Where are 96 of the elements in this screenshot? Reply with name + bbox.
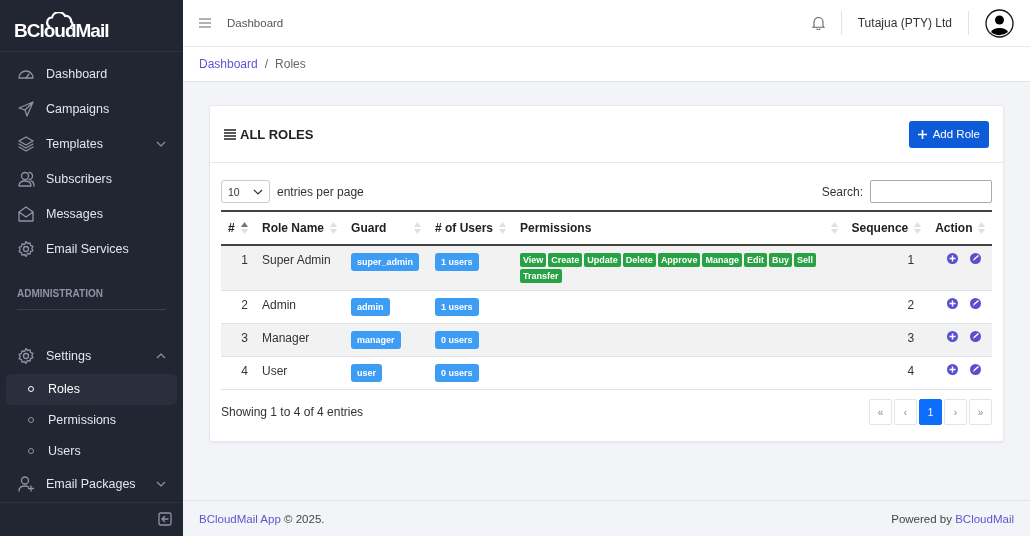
- sort-icon[interactable]: [241, 222, 248, 234]
- sidebar-subitem[interactable]: Roles: [6, 373, 177, 405]
- user-plus-icon: [17, 475, 35, 494]
- edit-icon[interactable]: [970, 331, 982, 342]
- users-badge: 0 users: [435, 331, 479, 349]
- app-logo[interactable]: BCloudMail: [14, 20, 109, 43]
- sidebar-item[interactable]: Templates: [6, 126, 177, 162]
- page-title: Dashboard: [227, 17, 285, 29]
- breadcrumb-separator: /: [264, 57, 269, 71]
- chevron-up-icon: [156, 353, 166, 360]
- table-cell: Manager: [255, 323, 345, 357]
- layers-icon: [17, 135, 35, 154]
- guard-badge: admin: [351, 298, 390, 316]
- gear-icon: [17, 347, 35, 366]
- plus-icon: [917, 129, 927, 139]
- users-icon: [17, 170, 35, 189]
- sidebar-item[interactable]: Campaigns: [6, 91, 177, 127]
- edit-icon[interactable]: [970, 253, 982, 264]
- envelope-icon: [17, 205, 35, 224]
- permission-badge: Sell: [793, 253, 816, 267]
- table-cell: 1: [221, 245, 255, 291]
- sidebar-item[interactable]: Email Packages: [6, 466, 177, 502]
- permission-badge: Manage: [702, 253, 742, 267]
- table-cell: User: [255, 356, 345, 390]
- pagination-button[interactable]: ‹: [894, 399, 917, 425]
- sidebar-item[interactable]: Messages: [6, 196, 177, 232]
- permission-badge: View: [519, 253, 547, 267]
- table-cell: 3: [844, 323, 929, 357]
- users-badge: 0 users: [435, 364, 479, 382]
- guard-badge: user: [351, 364, 383, 382]
- column-header[interactable]: # of Users: [435, 221, 494, 235]
- section-heading: ADMINISTRATION: [16, 286, 104, 301]
- plus-circle-icon[interactable]: [947, 298, 959, 309]
- edit-icon[interactable]: [970, 364, 982, 375]
- footer-link[interactable]: BCloudMail: [955, 512, 1014, 525]
- pagination-button[interactable]: »: [969, 399, 992, 425]
- breadcrumb-current: Roles: [275, 57, 306, 71]
- search-field[interactable]: [870, 180, 992, 203]
- gear-icon: [17, 240, 35, 259]
- users-badge: 1 users: [435, 253, 479, 271]
- breadcrumb-link[interactable]: Dashboard: [199, 57, 258, 71]
- bell-icon[interactable]: [811, 16, 825, 30]
- table-cell: 3: [221, 323, 255, 357]
- column-header[interactable]: Sequence: [851, 221, 909, 235]
- table-cell: 2: [221, 290, 255, 324]
- plus-circle-icon[interactable]: [947, 331, 959, 342]
- table-cell: 2: [844, 290, 929, 324]
- permission-badge: Buy: [768, 253, 792, 267]
- list-icon: [224, 128, 236, 140]
- footer-link[interactable]: BCloudMail App: [199, 512, 281, 525]
- card-title: ALL ROLES: [240, 126, 314, 142]
- permission-badge: Delete: [622, 253, 656, 267]
- column-header[interactable]: #: [228, 221, 235, 235]
- permission-badge: Update: [584, 253, 621, 267]
- permission-badge: Create: [548, 253, 583, 267]
- sidebar-item[interactable]: Subscribers: [6, 161, 177, 197]
- plus-circle-icon[interactable]: [947, 253, 959, 264]
- table-cell: Super Admin: [255, 245, 345, 291]
- pagination-button[interactable]: «: [869, 399, 892, 425]
- pagination-button[interactable]: 1: [919, 399, 942, 425]
- guard-badge: manager: [351, 331, 401, 349]
- search-label: Search:: [821, 184, 863, 199]
- collapse-icon[interactable]: [158, 512, 172, 527]
- avatar-icon[interactable]: [985, 8, 1014, 38]
- permission-badge: Edit: [743, 253, 767, 267]
- page-size-label: entries per page: [277, 184, 364, 199]
- footer-text: Powered by BCloudMail: [891, 512, 1014, 525]
- table-cell: Admin: [255, 290, 345, 324]
- paper-plane-icon: [17, 100, 35, 119]
- column-header[interactable]: Guard: [351, 221, 387, 235]
- column-header[interactable]: Permissions: [519, 221, 592, 235]
- table-cell: 1: [844, 245, 929, 291]
- column-header[interactable]: Role Name: [262, 221, 325, 235]
- chevron-down-icon: [156, 141, 166, 148]
- pagination-button[interactable]: ›: [944, 399, 967, 425]
- users-badge: 1 users: [435, 298, 479, 316]
- guard-badge: super_admin: [351, 253, 420, 271]
- footer-text: BCloudMail App © 2025.: [199, 512, 325, 525]
- plus-circle-icon[interactable]: [947, 364, 959, 375]
- table-cell: 4: [844, 356, 929, 390]
- edit-icon[interactable]: [970, 298, 982, 309]
- sidebar-item[interactable]: Settings: [6, 338, 177, 374]
- permission-badge: Transfer: [519, 269, 562, 283]
- sidebar-subitem[interactable]: Permissions: [6, 404, 177, 436]
- add-role-button[interactable]: Add Role: [908, 120, 989, 148]
- column-header[interactable]: Action: [935, 221, 973, 235]
- entries-info: Showing 1 to 4 of 4 entries: [221, 405, 364, 419]
- company-name[interactable]: Tutajua (PTY) Ltd: [857, 16, 952, 30]
- sidebar-subitem[interactable]: Users: [6, 435, 177, 467]
- chevron-down-icon: [253, 188, 263, 195]
- table-cell: 4: [221, 356, 255, 390]
- chevron-down-icon: [156, 481, 166, 488]
- sidebar-item[interactable]: Email Services: [6, 231, 177, 267]
- page-size-select[interactable]: 10: [221, 180, 270, 203]
- permission-badge: Approve: [657, 253, 701, 267]
- sidebar-item[interactable]: Dashboard: [6, 56, 177, 92]
